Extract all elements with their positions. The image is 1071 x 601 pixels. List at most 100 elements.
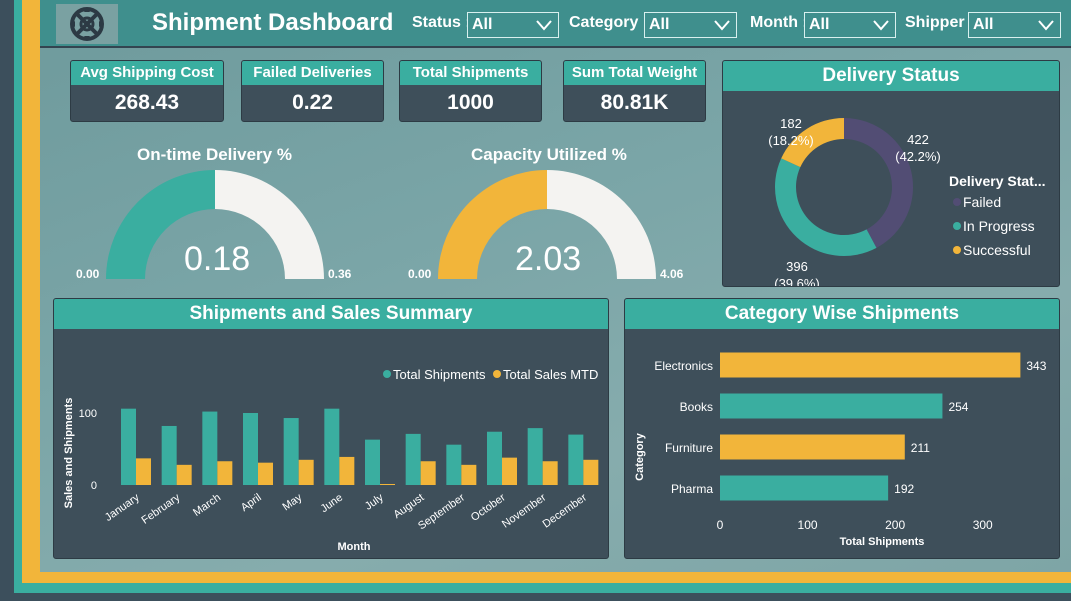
frame-bottom-gold-stripe (22, 572, 1071, 583)
donut-data-label-pct: (39.6%) (774, 276, 820, 287)
bar-total-sales-mtd (461, 464, 477, 485)
x-tick-label: May (280, 491, 304, 513)
x-tick-label: 200 (885, 518, 905, 532)
status-filter-dropdown[interactable]: All (467, 12, 559, 38)
shipper-filter-value: All (973, 16, 994, 33)
bar-total-shipments (487, 431, 502, 485)
bar-furniture (720, 434, 905, 460)
bar-total-sales-mtd (339, 456, 355, 485)
frame-left-gold-stripe (22, 0, 40, 601)
kpi-label: Sum Total Weight (564, 61, 705, 85)
legend-swatch (953, 222, 961, 230)
kpi-card-sum-total-weight: Sum Total Weight 80.81K (563, 60, 706, 122)
gauge-max-label: 4.06 (660, 267, 684, 281)
x-tick-label: November (500, 491, 549, 530)
kpi-value: 0.22 (292, 91, 333, 114)
delivery-status-panel: Delivery Status 422 (42.2%) 396 (39.6%) 182 (… (722, 60, 1060, 287)
donut-data-label: 422 (907, 132, 929, 147)
x-tick-label: June (319, 492, 345, 516)
kpi-label: Avg Shipping Cost (71, 61, 223, 85)
y-tick-label: 0 (91, 480, 97, 492)
frame-bottom-dark-stripe (0, 593, 1071, 601)
bar-total-shipments (568, 434, 584, 485)
bar-data-label: 254 (948, 400, 968, 414)
y-tick-label: 100 (79, 408, 97, 420)
x-tick-label: March (191, 492, 223, 519)
bar-total-shipments (527, 428, 543, 485)
legend-swatch (493, 370, 501, 378)
legend-swatch (953, 198, 961, 206)
donut-slice-failed (844, 118, 913, 248)
x-axis-title: Month (338, 541, 371, 553)
legend-item-total-shipments: Total Shipments (393, 367, 486, 382)
bar-total-shipments (202, 411, 218, 485)
kpi-card-avg-shipping-cost: Avg Shipping Cost 268.43 (70, 60, 224, 122)
panel-title: Delivery Status (723, 61, 1059, 91)
gauge-value: 0.18 (184, 240, 251, 278)
chevron-down-icon (714, 20, 730, 31)
x-axis-title: Total Shipments (840, 536, 925, 548)
shipments-sales-panel: Shipments and Sales Summary Total Shipme… (53, 298, 609, 559)
kpi-value: 80.81K (600, 91, 669, 114)
x-tick-label: February (139, 491, 182, 526)
frame-bottom-teal-stripe (14, 583, 1071, 593)
bar-total-shipments (121, 408, 136, 485)
chevron-down-icon (873, 20, 889, 31)
shipper-filter-dropdown[interactable]: All (968, 12, 1061, 38)
x-tick-label: September (416, 491, 467, 532)
legend-item-total-sales-mtd: Total Sales MTD (503, 367, 598, 382)
bar-total-shipments (405, 433, 421, 485)
donut-data-label: 396 (786, 259, 808, 274)
bar-data-label: 343 (1026, 359, 1046, 373)
bar-total-sales-mtd (542, 461, 558, 485)
y-tick-label: Furniture (665, 441, 713, 455)
y-tick-label: Electronics (654, 359, 713, 373)
y-axis-title: Sales and Shipments (63, 398, 75, 509)
kpi-card-failed-deliveries: Failed Deliveries 0.22 (241, 60, 384, 122)
bar-total-sales-mtd (217, 461, 233, 485)
category-filter-dropdown[interactable]: All (644, 12, 737, 38)
x-tick-label: 300 (973, 518, 993, 532)
bar-total-shipments (324, 408, 340, 485)
bar-total-shipments (161, 425, 177, 485)
logo (56, 4, 118, 44)
page-title: Shipment Dashboard (152, 9, 394, 36)
bar-total-sales-mtd (298, 459, 314, 485)
donut-data-label-pct: (42.2%) (895, 149, 941, 164)
x-tick-label: 100 (798, 518, 818, 532)
bar-electronics (720, 352, 1021, 378)
month-filter-dropdown[interactable]: All (804, 12, 896, 38)
shipments-sales-bar-chart: Total Shipments Total Sales MTD 0 100 Sales … (63, 367, 598, 553)
bar-total-sales-mtd (176, 464, 192, 485)
category-shipments-bar-chart: Electronics 343 Books 254 Furniture 211 Pharma… (634, 352, 1047, 548)
gauge-title-on-time: On-time Delivery % (137, 145, 292, 164)
category-filter-value: All (649, 16, 670, 33)
donut-slice-in-progress (775, 158, 877, 256)
kpi-label: Failed Deliveries (242, 61, 383, 85)
chevron-down-icon (536, 20, 552, 31)
category-filter-label: Category : (569, 14, 649, 31)
legend-title: Delivery Stat... (949, 173, 1046, 189)
status-filter-value: All (472, 16, 493, 33)
bar-total-sales-mtd (420, 461, 436, 485)
category-shipments-panel: Category Wise Shipments Electronics 343 Bo… (624, 298, 1060, 559)
x-tick-label: December (541, 491, 590, 530)
gauge-min-label: 0.00 (408, 267, 432, 281)
gauge-max-label: 0.36 (328, 267, 352, 281)
x-tick-label: April (239, 492, 264, 514)
kpi-value: 268.43 (114, 91, 180, 114)
donut-data-label: 182 (780, 116, 802, 131)
month-filter-label: Month : (750, 14, 808, 31)
bar-total-sales-mtd (258, 462, 273, 485)
x-tick-label: January (103, 491, 142, 524)
chevron-down-icon (1038, 20, 1054, 31)
panel-title: Category Wise Shipments (625, 299, 1059, 329)
delivery-status-donut-chart: 422 (42.2%) 396 (39.6%) 182 (18.2%) Delivery S… (768, 116, 1046, 287)
legend-swatch (953, 246, 961, 254)
y-axis-title: Category (634, 432, 646, 481)
status-filter-label: Status : (412, 14, 471, 31)
bar-total-shipments (446, 444, 462, 485)
bar-pharma (720, 475, 889, 501)
legend-item-failed: Failed (963, 194, 1001, 210)
month-filter-value: All (809, 16, 830, 33)
